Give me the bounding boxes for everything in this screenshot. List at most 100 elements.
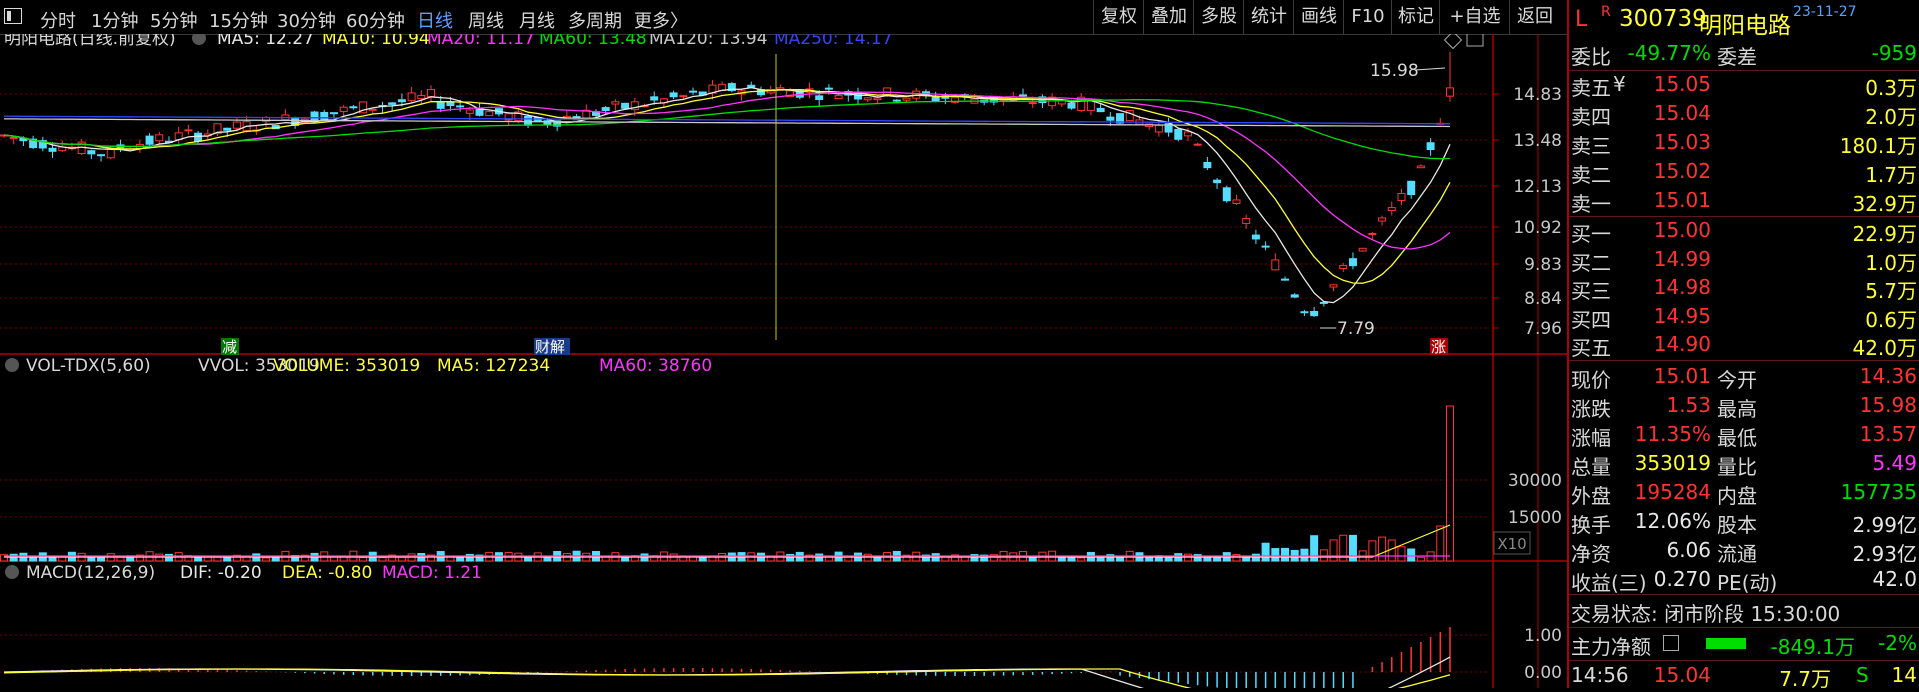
stock-name[interactable]: 明阳电路 [1699, 6, 1791, 40]
low-price-label: 7.79 [1337, 319, 1375, 339]
candle-body [1339, 265, 1348, 269]
candle-body [339, 106, 348, 112]
candle-body [863, 97, 872, 101]
volume-bar [1028, 557, 1037, 562]
candle-body [1261, 245, 1270, 248]
bid-row[interactable]: 买二 14.99 1.0万 [1569, 247, 1919, 276]
ma-legend-item: MA120: 13.94 [649, 34, 768, 49]
bid-label: 买三 [1571, 279, 1611, 303]
macd-tick-label: 0.00 [1524, 663, 1562, 683]
period-tab-multi[interactable]: 多周期 [568, 7, 622, 33]
ask-row[interactable]: 卖三 15.03 180.1万 [1569, 130, 1919, 159]
stat-label: 今开 [1717, 368, 1757, 392]
period-tab-more[interactable]: 更多〉 [634, 7, 688, 33]
collapse-icon[interactable] [192, 34, 206, 45]
volume-bar [1368, 540, 1377, 562]
stat-value: 353019 [1634, 451, 1711, 475]
volume-bar [1397, 546, 1406, 562]
mark-jian: 减 [222, 338, 237, 356]
stat-value: 2.99亿 [1852, 513, 1917, 537]
vol-tick-label: 15000 [1508, 508, 1562, 528]
stat-value: 2.93亿 [1852, 542, 1917, 566]
candle-body [776, 87, 785, 90]
candle-body [388, 102, 397, 105]
stat-value: 1.53 [1666, 393, 1711, 417]
candle-body [1271, 259, 1280, 271]
sidebar-toggle-icon[interactable] [4, 8, 22, 24]
stat-label: 涨幅 [1571, 426, 1611, 450]
price-tick-label: 9.83 [1524, 255, 1562, 275]
candle-body [621, 102, 630, 109]
mark-button[interactable]: 标记 [1391, 0, 1440, 34]
tick-num: 14 [1891, 663, 1917, 687]
main-force-menu-icon[interactable] [1663, 635, 1679, 651]
tick-time: 14:56 [1571, 663, 1629, 687]
ask-price: 15.03 [1653, 130, 1711, 154]
volume-bar [203, 556, 212, 562]
macd-tick-label: 1.00 [1524, 626, 1562, 646]
draw-line-button[interactable]: 画线 [1293, 0, 1344, 34]
period-tab-15min[interactable]: 15分钟 [209, 7, 268, 33]
bid-row[interactable]: 买四 14.95 0.6万 [1569, 304, 1919, 333]
period-tab-monthly[interactable]: 月线 [519, 7, 555, 33]
bid-row[interactable]: 买五 14.90 42.0万 [1569, 332, 1919, 361]
candle-body [1368, 232, 1377, 235]
fuquan-button[interactable]: 复权 [1093, 0, 1144, 34]
period-tab-30min[interactable]: 30分钟 [277, 7, 336, 33]
f10-button[interactable]: F10 [1343, 0, 1392, 34]
volume-bar [378, 557, 387, 562]
period-tab-fenshi[interactable]: 分时 [40, 7, 76, 33]
collapse-icon[interactable] [5, 358, 19, 372]
ma-legend-item: MA20: 11.17 [427, 34, 535, 49]
stat-value: 15.98 [1859, 393, 1917, 417]
volume-bar [1378, 536, 1387, 562]
bid-label: 买二 [1571, 250, 1611, 275]
ma-legend-item: MA5: 12.27 [217, 34, 314, 49]
bid-row[interactable]: 买一 15.00 22.9万 [1569, 218, 1919, 247]
stock-code[interactable]: 300739 [1619, 6, 1707, 32]
stat-value: 14.36 [1859, 364, 1917, 388]
kline-chart-svg[interactable]: 14.83 13.48 12.13 10.92 9.83 8.84 7.96 明阳电路(日线.… [0, 34, 1567, 688]
collapse-icon[interactable] [5, 565, 19, 579]
period-tab-5min[interactable]: 5分钟 [150, 7, 197, 33]
candle-body [223, 127, 232, 131]
period-tab-1min[interactable]: 1分钟 [91, 7, 138, 33]
candle-body [883, 87, 892, 95]
candle-body [1183, 131, 1192, 137]
statistics-button[interactable]: 统计 [1243, 0, 1294, 34]
candle-body [873, 97, 882, 101]
bid-row[interactable]: 买三 14.98 5.7万 [1569, 275, 1919, 304]
ma-legend-item: MA60: 13.48 [539, 34, 647, 49]
panel-toggle-icon[interactable] [1466, 34, 1484, 47]
ask-volume: 32.9万 [1852, 192, 1917, 216]
candle-body [1232, 199, 1241, 204]
overlay-button[interactable]: 叠加 [1143, 0, 1194, 34]
diamond-icon[interactable] [1443, 34, 1463, 50]
bid-price: 14.98 [1653, 275, 1711, 299]
period-tab-60min[interactable]: 60分钟 [346, 7, 405, 33]
candle-body [456, 105, 465, 108]
ask-volume: 180.1万 [1839, 134, 1917, 158]
price-tick-label: 13.48 [1513, 131, 1562, 151]
candle-body [1378, 217, 1387, 222]
bid-volume: 5.7万 [1865, 279, 1917, 303]
ask-row[interactable]: 卖五 ¥ 15.05 0.3万 [1569, 72, 1919, 101]
ma-legend-item: MA250: 14.17 [774, 34, 893, 49]
kline-chart-area[interactable]: 14.83 13.48 12.13 10.92 9.83 8.84 7.96 明阳电路(日线.… [0, 34, 1567, 688]
candle-body [184, 129, 193, 132]
multi-stock-button[interactable]: 多股 [1193, 0, 1244, 34]
candle-body [1203, 161, 1212, 169]
back-button[interactable]: 返回 [1509, 0, 1560, 34]
ask-row[interactable]: 卖二 15.02 1.7万 [1569, 159, 1919, 188]
candle-body [1397, 193, 1406, 201]
volume-bar [1213, 557, 1222, 562]
ask-row[interactable]: 卖一 15.01 32.9万 [1569, 188, 1919, 217]
candle-body [1251, 234, 1260, 240]
vol-legend-item: VOLUME: 353019 [273, 356, 420, 376]
stat-label: 流通 [1717, 542, 1757, 566]
period-tab-daily[interactable]: 日线 [417, 7, 453, 33]
ask-row[interactable]: 卖四 15.04 2.0万 [1569, 101, 1919, 130]
add-watchlist-button[interactable]: +自选 [1439, 0, 1510, 34]
candle-body [1348, 258, 1357, 267]
period-tab-weekly[interactable]: 周线 [468, 7, 504, 33]
